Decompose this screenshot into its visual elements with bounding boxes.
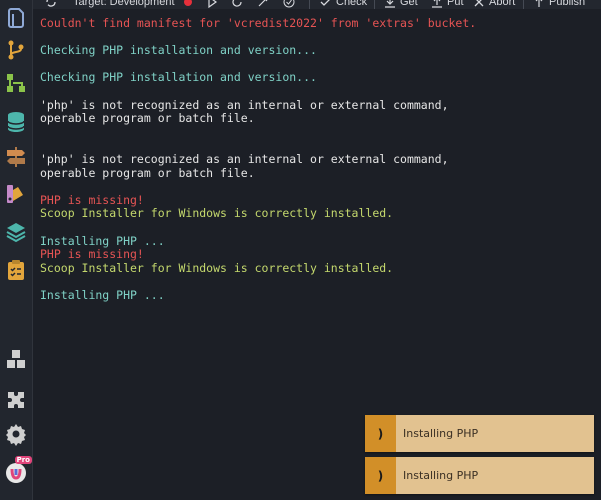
terminal-line: operable program or batch file. bbox=[40, 165, 255, 180]
terminal-line: Installing PHP ... bbox=[40, 233, 165, 248]
signpost-icon[interactable] bbox=[4, 145, 28, 169]
check-button[interactable]: Check bbox=[320, 0, 367, 9]
check-label: Check bbox=[336, 0, 368, 8]
pro-badge: Pro bbox=[14, 456, 32, 464]
toolbar-divider bbox=[523, 0, 524, 9]
database-icon[interactable] bbox=[4, 110, 28, 134]
toolbar-divider bbox=[374, 0, 375, 9]
branches-icon[interactable] bbox=[4, 71, 28, 95]
terminal-line: Scoop Installer for Windows is correctly… bbox=[40, 206, 394, 221]
terminal-line: PHP is missing! bbox=[40, 247, 144, 262]
put-button[interactable]: Put bbox=[431, 0, 464, 9]
upload-icon bbox=[432, 0, 442, 8]
publish-button[interactable]: Publish bbox=[533, 0, 585, 9]
publish-label: Publish bbox=[549, 0, 586, 8]
publish-icon bbox=[535, 0, 543, 7]
check-circle-icon bbox=[283, 0, 295, 8]
abort-button[interactable]: Abort bbox=[473, 0, 515, 9]
toolbar: Target: Development Check Get Put Abort … bbox=[33, 0, 601, 9]
record-button[interactable] bbox=[184, 0, 192, 9]
toolbar-divider bbox=[309, 0, 310, 9]
pro-account-icon[interactable]: Pro bbox=[4, 456, 32, 484]
toast-message: Installing PHP bbox=[403, 427, 479, 440]
verify-button[interactable] bbox=[283, 0, 295, 9]
close-icon bbox=[474, 0, 484, 7]
put-label: Put bbox=[447, 0, 464, 8]
terminal-line: PHP is missing! bbox=[40, 192, 144, 207]
activity-bar: Pro bbox=[0, 0, 33, 500]
packages-icon[interactable] bbox=[4, 347, 28, 371]
spinner-icon: ) bbox=[365, 457, 396, 494]
abort-label: Abort bbox=[489, 0, 516, 8]
terminal-line: Installing PHP ... bbox=[40, 287, 165, 302]
terminal-line: Couldn't find manifest for 'vcredist2022… bbox=[40, 16, 477, 30]
get-button[interactable]: Get bbox=[384, 0, 418, 9]
toast-message: Installing PHP bbox=[403, 469, 479, 482]
terminal-line: operable program or batch file. bbox=[40, 111, 255, 126]
get-label: Get bbox=[400, 0, 418, 8]
source-control-icon[interactable] bbox=[4, 38, 28, 62]
terminal-line: 'php' is not recognized as an internal o… bbox=[40, 151, 449, 166]
target-label: Target: Development bbox=[73, 0, 175, 8]
play-icon bbox=[208, 0, 218, 8]
layers-icon[interactable] bbox=[4, 220, 28, 244]
restart-icon bbox=[232, 0, 242, 7]
record-icon bbox=[184, 0, 192, 6]
explorer-icon[interactable] bbox=[4, 6, 28, 30]
refresh-icon bbox=[46, 0, 56, 7]
run-button[interactable] bbox=[206, 0, 218, 9]
spinner-icon: ) bbox=[365, 415, 396, 452]
puzzle-icon[interactable] bbox=[4, 388, 28, 412]
checkmark-icon bbox=[320, 0, 330, 6]
terminal-line: 'php' is not recognized as an internal o… bbox=[40, 97, 449, 112]
clipboard-checklist-icon[interactable] bbox=[4, 258, 28, 282]
terminal-line: Checking PHP installation and version... bbox=[40, 43, 317, 58]
download-icon bbox=[385, 0, 395, 8]
tools-button[interactable] bbox=[257, 0, 269, 9]
refresh-button[interactable] bbox=[45, 0, 57, 9]
target-selector[interactable]: Target: Development bbox=[73, 0, 175, 9]
restart-button[interactable] bbox=[231, 0, 243, 9]
palette-icon[interactable] bbox=[4, 182, 28, 206]
gear-icon[interactable] bbox=[4, 422, 28, 446]
tools-icon bbox=[258, 0, 268, 7]
terminal-line: Scoop Installer for Windows is correctly… bbox=[40, 260, 394, 275]
notification-toast[interactable]: ) Installing PHP bbox=[365, 457, 594, 494]
notification-toast[interactable]: ) Installing PHP bbox=[365, 415, 594, 452]
terminal-line: Checking PHP installation and version... bbox=[40, 70, 317, 85]
